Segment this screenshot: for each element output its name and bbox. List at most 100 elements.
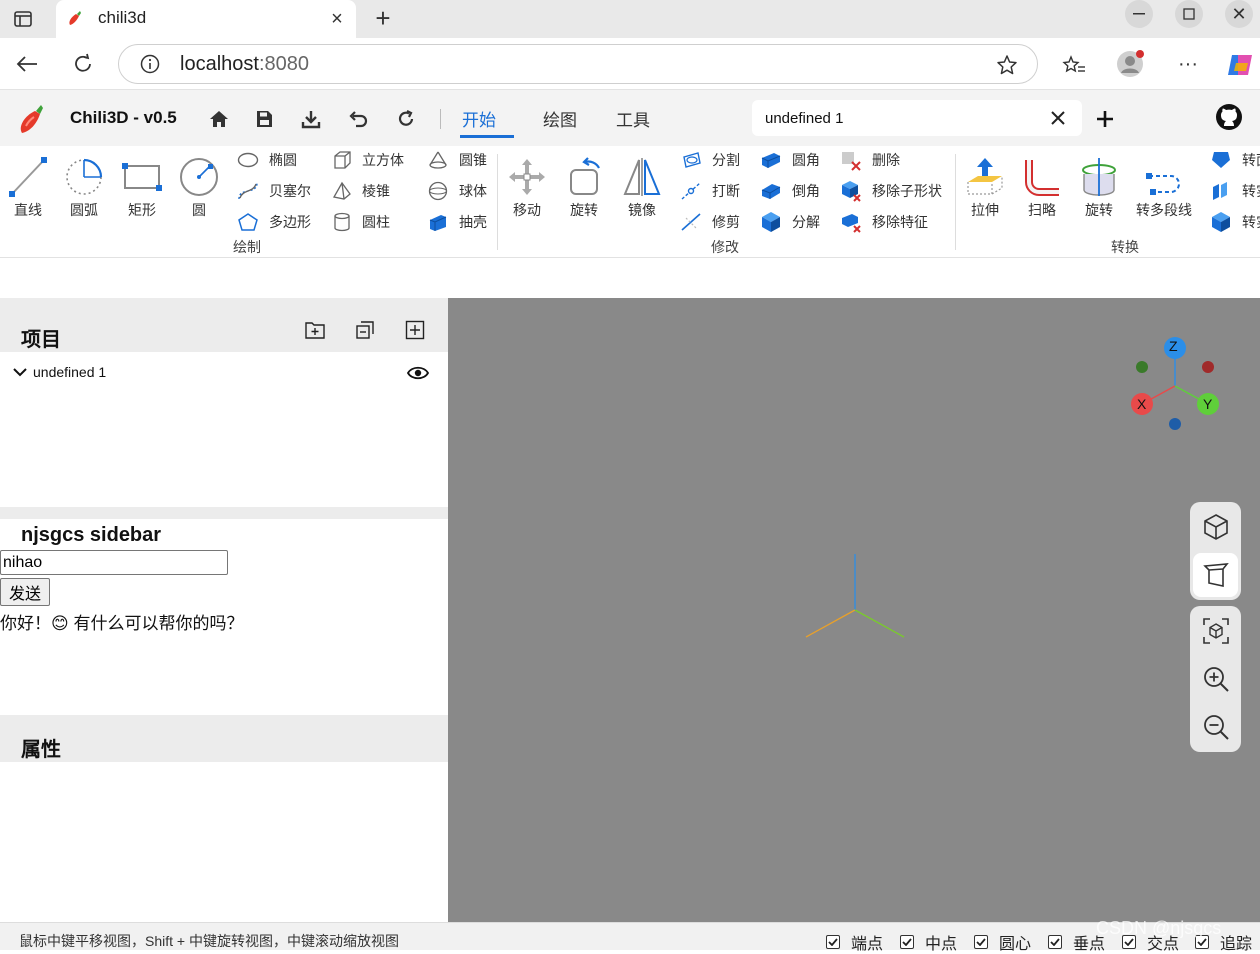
new-document-icon[interactable] — [1093, 107, 1117, 131]
delete-button[interactable]: 删除 — [840, 149, 900, 171]
box-button[interactable]: 立方体 — [332, 149, 404, 171]
to-polyline-button[interactable]: 转多段线 — [1128, 156, 1200, 220]
move-button[interactable]: 移动 — [499, 156, 555, 220]
bezier-button[interactable]: 贝塞尔 — [237, 180, 311, 202]
tab-actions-icon[interactable] — [10, 6, 36, 32]
snap-center-checkbox[interactable]: 圆心 — [974, 930, 1031, 954]
split-button[interactable]: 分割 — [680, 149, 740, 171]
break-button[interactable]: 打断 — [680, 180, 740, 202]
polygon-button[interactable]: 多边形 — [237, 211, 311, 233]
tree-item[interactable]: undefined 1 — [0, 360, 448, 386]
cone-button[interactable]: 圆锥 — [427, 149, 487, 171]
rectangle-label: 矩形 — [128, 202, 156, 218]
origin-axes — [805, 554, 905, 638]
tree-item-label: undefined 1 — [33, 364, 107, 380]
reload-icon[interactable] — [70, 51, 96, 77]
browser-tab[interactable]: chili3d × — [56, 0, 356, 38]
chili-favicon-icon — [64, 7, 86, 29]
save-icon[interactable] — [252, 107, 276, 131]
sphere-button[interactable]: 球体 — [427, 180, 487, 202]
close-window-icon[interactable]: ✕ — [1225, 0, 1253, 28]
box-label: 立方体 — [362, 152, 404, 168]
bezier-label: 贝塞尔 — [269, 183, 311, 199]
profile-avatar[interactable] — [1115, 49, 1145, 79]
snap-center-label: 圆心 — [999, 936, 1032, 953]
extrude-button[interactable]: 拉伸 — [957, 156, 1013, 220]
move-label: 移动 — [513, 202, 541, 218]
minimize-icon[interactable] — [1125, 0, 1153, 28]
to-solid-button[interactable]: 转实体 — [1210, 211, 1260, 233]
eye-icon[interactable] — [407, 362, 429, 384]
new-folder-icon[interactable] — [304, 319, 326, 341]
chevron-down-icon[interactable] — [12, 364, 28, 380]
address-bar[interactable]: localhost:8080 — [118, 44, 1038, 84]
favorites-icon[interactable] — [1060, 51, 1088, 79]
mirror-button[interactable]: 镜像 — [614, 156, 670, 220]
remove-subshape-label: 移除子形状 — [872, 183, 942, 199]
send-button[interactable]: 发送 — [0, 578, 50, 606]
maximize-icon[interactable] — [1175, 0, 1203, 28]
rotate-button[interactable]: 旋转 — [556, 156, 612, 220]
explode-label: 分解 — [792, 214, 820, 230]
tab-tools[interactable]: 工具 — [616, 106, 650, 131]
github-icon[interactable] — [1214, 102, 1244, 132]
download-icon[interactable] — [299, 107, 323, 131]
document-tab[interactable]: undefined 1 — [752, 100, 1082, 136]
redo-icon[interactable] — [394, 107, 418, 131]
to-shell-button[interactable]: 转实体 — [1210, 180, 1260, 202]
to-face-label: 转面 — [1242, 152, 1260, 168]
orthographic-icon[interactable] — [1193, 505, 1238, 549]
break-label: 打断 — [712, 183, 740, 199]
pyramid-button[interactable]: 棱锥 — [332, 180, 390, 202]
sweep-button[interactable]: 扫略 — [1014, 156, 1070, 220]
site-info-icon[interactable] — [139, 53, 161, 75]
tab-draw[interactable]: 绘图 — [543, 106, 577, 131]
fillet-button[interactable]: 圆角 — [760, 149, 820, 171]
mirror-label: 镜像 — [628, 202, 656, 218]
line-button[interactable]: 直线 — [0, 156, 56, 220]
app-title: Chili3D - v0.5 — [70, 108, 177, 127]
to-face-button[interactable]: 转面 — [1210, 149, 1260, 171]
revolve-label: 旋转 — [1085, 202, 1113, 218]
revolve-button[interactable]: 旋转 — [1071, 156, 1127, 220]
snap-midpoint-checkbox[interactable]: 中点 — [900, 930, 957, 954]
add-group-icon[interactable] — [404, 319, 426, 341]
shell-label: 抽壳 — [459, 214, 487, 230]
collapse-all-icon[interactable] — [354, 319, 376, 341]
axis-gizmo[interactable] — [1128, 334, 1228, 434]
new-tab-icon[interactable]: + — [370, 3, 396, 33]
url-port: :8080 — [258, 53, 309, 75]
close-tab-icon[interactable]: × — [326, 8, 348, 30]
zoom-in-icon[interactable] — [1193, 657, 1238, 701]
trim-button[interactable]: 修剪 — [680, 211, 740, 233]
arc-button[interactable]: 圆弧 — [56, 156, 112, 220]
snap-endpoint-checkbox[interactable]: 端点 — [826, 930, 883, 954]
remove-feature-button[interactable]: 移除特征 — [840, 211, 928, 233]
circle-button[interactable]: 圆 — [171, 156, 227, 220]
more-menu-icon[interactable]: ··· — [1175, 51, 1201, 77]
fit-view-icon[interactable] — [1193, 609, 1238, 653]
explode-button[interactable]: 分解 — [760, 211, 820, 233]
perspective-icon[interactable] — [1193, 553, 1238, 597]
chat-reply-text: 你好！😊 有什么可以帮你的吗？ — [0, 614, 244, 633]
remove-subshape-button[interactable]: 移除子形状 — [840, 180, 942, 202]
zoom-out-icon[interactable] — [1193, 705, 1238, 749]
favorite-star-icon[interactable] — [995, 53, 1019, 77]
copilot-icon[interactable] — [1225, 50, 1255, 80]
chamfer-button[interactable]: 倒角 — [760, 180, 820, 202]
shell-button[interactable]: 抽壳 — [427, 211, 487, 233]
tab-start[interactable]: 开始 — [460, 106, 514, 138]
home-icon[interactable] — [207, 107, 231, 131]
undo-icon[interactable] — [346, 107, 370, 131]
pyramid-label: 棱锥 — [362, 183, 390, 199]
panel-divider — [0, 507, 448, 519]
sidebar-panel-title: njsgcs sidebar — [21, 524, 162, 546]
3d-viewport[interactable]: Z X Y — [448, 298, 1260, 922]
ellipse-button[interactable]: 椭圆 — [237, 149, 297, 171]
back-icon[interactable] — [14, 51, 40, 77]
close-document-icon[interactable] — [1048, 108, 1068, 128]
zoom-controls — [1190, 606, 1241, 752]
cylinder-button[interactable]: 圆柱 — [332, 211, 390, 233]
rectangle-button[interactable]: 矩形 — [114, 156, 170, 220]
chat-input[interactable] — [0, 550, 228, 575]
